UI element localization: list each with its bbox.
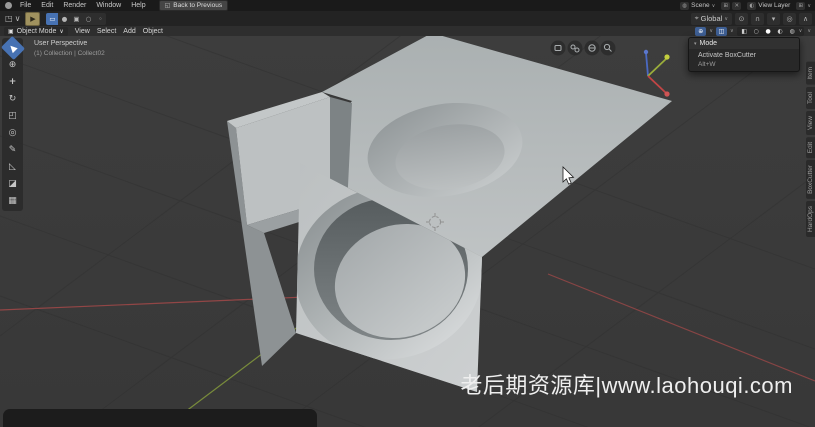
proportional-falloff-dropdown[interactable]: ∧ (799, 12, 812, 25)
sidebar-tab-hardops[interactable]: HardOps (806, 200, 815, 237)
shading-material-button[interactable]: ◐ (775, 27, 786, 36)
show-overlays-toggle[interactable]: ◫ (715, 26, 727, 36)
orientation-icon: ⌖ (694, 14, 699, 22)
xray-toggle[interactable]: ◧ (739, 27, 750, 36)
view-perspective-label: User Perspective (34, 40, 88, 47)
shape-sphere-button[interactable]: ● (58, 13, 70, 25)
sidebar-tab-edit[interactable]: Edit (806, 136, 815, 158)
menu-edit[interactable]: Edit (36, 0, 58, 11)
sidebar-tab-strip: Item Tool View Edit BoxCutter HardOps (799, 62, 815, 237)
top-menu-bar: File Edit Render Window Help ◱ Back to P… (0, 0, 815, 11)
sidebar-tab-view[interactable]: View (806, 110, 815, 135)
active-tool-button[interactable]: ▶ (25, 11, 41, 26)
viewport-header-toggles: ⊕ ∨ ◫ ∨ ◧ ○ ● ◐ ◍ ∨ ∨ (695, 26, 811, 36)
view-layer-selector[interactable]: ◐ View Layer (747, 1, 791, 10)
show-gizmo-toggle[interactable]: ⊕ (695, 26, 707, 36)
bottom-overlay-panel (3, 409, 317, 427)
view-layer-label: View Layer (758, 2, 791, 9)
tool-rotate[interactable]: ↻ (4, 91, 22, 107)
watermark-text: 老后期资源库|www.laohouqi.com (460, 373, 793, 398)
menu-object[interactable]: Object (143, 28, 163, 35)
chevron-down-icon: ∨ (807, 2, 811, 9)
tool-scale[interactable]: ◰ (4, 108, 22, 124)
shape-circle-button[interactable]: ○ (82, 13, 94, 25)
tool-settings-bar: ◳ ∨ ▶ ▭ ● ▣ ○ ◦ ⌖ Global ∨ ⊙ ∩ ▾ ◎ ∧ (0, 11, 815, 26)
shading-wireframe-button[interactable]: ○ (751, 27, 762, 36)
menu-file[interactable]: File (15, 0, 36, 11)
back-to-previous-button[interactable]: ◱ Back to Previous (158, 0, 229, 11)
sidebar-tab-tool[interactable]: Tool (806, 86, 815, 109)
3d-viewport[interactable]: ▶ ⊕ + ↻ ◰ ◎ ✎ ◺ ◪ ▦ User Perspective (1)… (0, 35, 815, 427)
chevron-down-icon: ∨ (709, 28, 713, 34)
shape-square-button[interactable]: ▣ (70, 13, 82, 25)
tool-annotate[interactable]: ✎ (4, 142, 22, 158)
tool-measure[interactable]: ◺ (4, 159, 22, 175)
menu-render[interactable]: Render (58, 0, 91, 11)
boxcutter-shortcut-label: Alt+W (698, 61, 716, 68)
boxcutter-shape-group: ▭ ● ▣ ○ ◦ (46, 12, 107, 25)
camera-view-button[interactable] (550, 40, 566, 56)
shading-rendered-button[interactable]: ◍ (787, 27, 798, 36)
chevron-down-icon: ∨ (798, 28, 803, 34)
shape-box-button[interactable]: ▭ (46, 12, 59, 25)
new-scene-button[interactable]: ⊞ (721, 1, 731, 10)
chevron-down-icon: ∨ (14, 14, 21, 23)
menu-help[interactable]: Help (126, 0, 150, 11)
proportional-edit-toggle[interactable]: ◎ (783, 12, 796, 25)
menu-window[interactable]: Window (91, 0, 126, 11)
chevron-down-icon: ∨ (807, 28, 811, 34)
menu-select[interactable]: Select (97, 28, 116, 35)
tool-boxcutter[interactable]: ◪ (4, 176, 22, 192)
view-info-overlay: User Perspective (1) Collection | Collec… (34, 39, 105, 59)
shading-solid-button[interactable]: ● (763, 27, 774, 36)
shading-mode-group: ◧ ○ ● ◐ ◍ ∨ (736, 26, 805, 36)
scene-label: Scene (691, 2, 710, 9)
chevron-down-icon: ∨ (711, 2, 716, 9)
snap-magnet-toggle[interactable]: ∩ (751, 12, 764, 25)
transform-orientation-dropdown[interactable]: ⌖ Global ∨ (690, 12, 732, 25)
chevron-down-icon: ▾ (694, 40, 697, 47)
tool-transform[interactable]: ◎ (4, 125, 22, 141)
tool-move[interactable]: + (4, 74, 22, 90)
sidebar-tab-item[interactable]: Item (806, 62, 815, 85)
snapping-dropdown[interactable]: ▾ (767, 12, 780, 25)
tool-shelf: ▶ ⊕ + ↻ ◰ ◎ ✎ ◺ ◪ ▦ (0, 35, 25, 211)
scene-icon: ◍ (680, 1, 690, 10)
tool-add-cube[interactable]: ▦ (4, 193, 22, 209)
add-view-layer-button[interactable]: ⊞ (796, 1, 806, 10)
collection-path-label: (1) Collection | Collect02 (34, 50, 105, 57)
viewport-header: ▣ Object Mode ∨ View Select Add Object ⊕… (0, 26, 815, 36)
mode-dropdown[interactable]: ▣ Object Mode ∨ (4, 26, 68, 36)
back-to-previous-label: Back to Previous (173, 2, 223, 9)
blender-window: File Edit Render Window Help ◱ Back to P… (0, 0, 815, 427)
view-layer-icon: ◐ (747, 1, 757, 10)
zoom-view-button[interactable] (600, 40, 616, 56)
menu-add[interactable]: Add (123, 28, 135, 35)
editor-type-icon: ◳ (5, 14, 13, 23)
unlink-scene-button[interactable]: ✕ (732, 1, 742, 10)
activate-boxcutter-item[interactable]: Activate BoxCutter (689, 49, 799, 60)
mode-popup-header[interactable]: ▾ Mode (689, 38, 799, 49)
pivot-point-dropdown[interactable]: ⊙ (735, 12, 748, 25)
blender-logo-icon[interactable] (5, 2, 12, 9)
mode-label: Object Mode (16, 27, 57, 35)
chevron-down-icon: ∨ (59, 27, 64, 35)
mode-popup-title: Mode (699, 40, 718, 47)
chevron-down-icon: ∨ (724, 15, 728, 22)
sidebar-tab-boxcutter[interactable]: BoxCutter (806, 159, 815, 199)
boxcutter-mode-popup: ▾ Mode Activate BoxCutter Alt+W (688, 37, 800, 72)
shape-custom-button[interactable]: ◦ (94, 13, 106, 25)
menu-view[interactable]: View (75, 28, 90, 35)
scene-selector[interactable]: ◍ Scene ∨ (680, 1, 716, 10)
orientation-label: Global (700, 14, 723, 23)
object-mode-icon: ▣ (8, 27, 14, 35)
chevron-down-icon: ∨ (729, 28, 734, 34)
editor-type-selector[interactable]: ◳ ∨ (3, 14, 22, 23)
workspace-icon: ◱ (164, 2, 171, 9)
